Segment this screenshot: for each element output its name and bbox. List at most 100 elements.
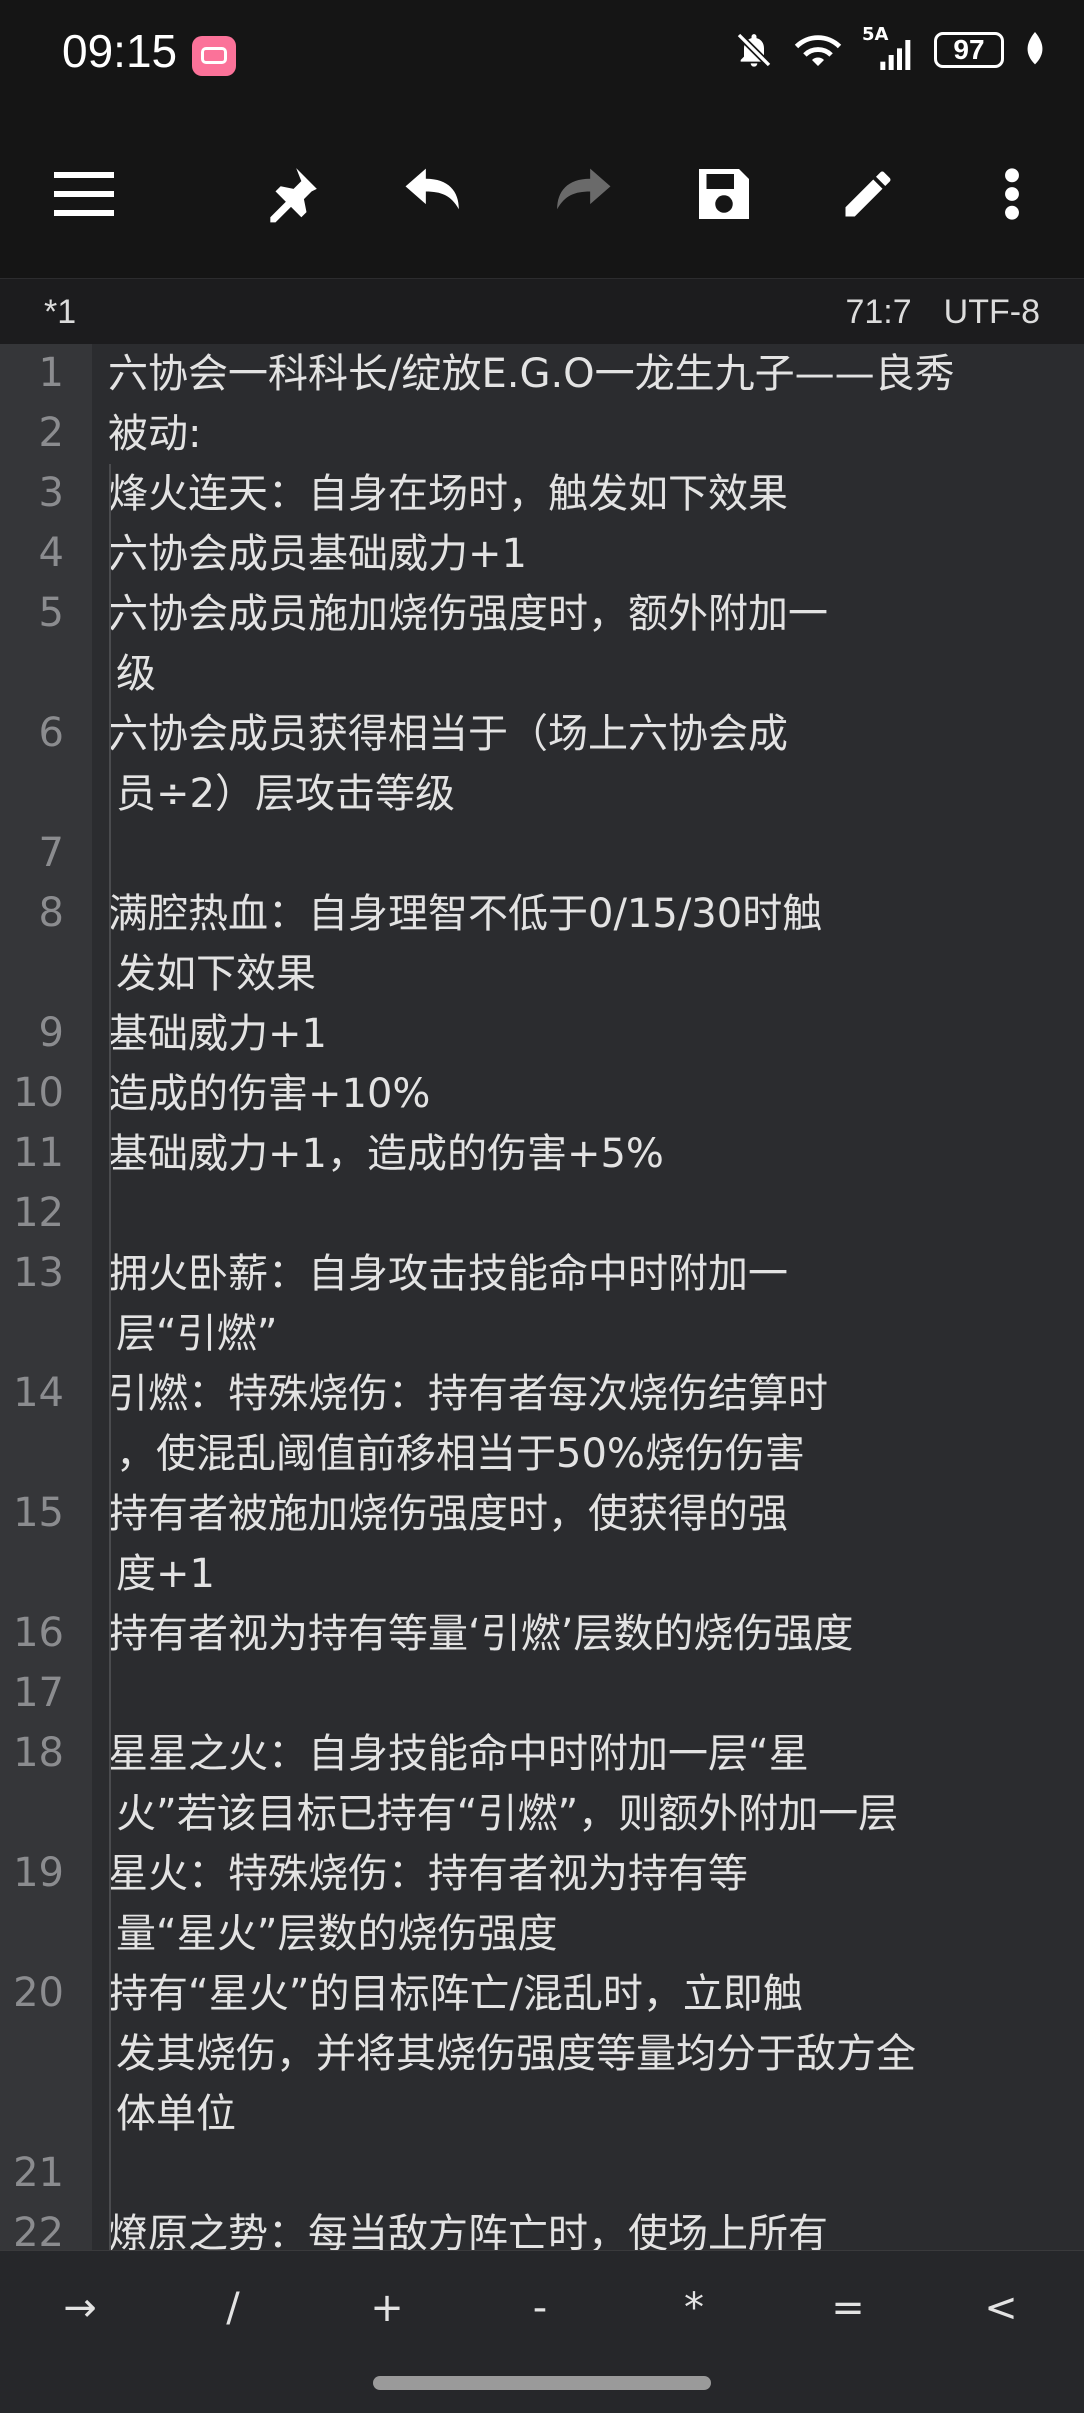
status-time: 09:15 — [62, 25, 178, 77]
undo-button[interactable] — [396, 154, 476, 234]
home-indicator[interactable] — [373, 2376, 711, 2390]
line-text: 燎原之势：每当敌方阵亡时，使场上所有 — [108, 2211, 828, 2250]
indent-guide — [109, 1064, 111, 1124]
line-text: 持有者被施加烧伤强度时，使获得的强 — [108, 1491, 788, 1537]
line-text-wrapped: 体单位 — [116, 2091, 236, 2137]
line-text: 拥火卧薪：自身攻击技能命中时附加一 — [108, 1251, 788, 1297]
indent-guide — [109, 1004, 111, 1064]
line-text: 持有者视为持有等量‘引燃’层数的烧伤强度 — [108, 1611, 854, 1657]
indent-guide — [109, 1124, 111, 1184]
signal-icon — [880, 40, 911, 70]
symbol-key[interactable]: < — [961, 2285, 1041, 2331]
indent-guide — [109, 524, 111, 584]
editor-line[interactable]: 12 — [0, 1184, 1084, 1244]
line-number: 21 — [13, 2150, 64, 2196]
line-text: 持有“星火”的目标阵亡/混乱时，立即触 — [108, 1971, 803, 2017]
line-text-wrapped: 度+1 — [116, 1551, 215, 1597]
line-number: 15 — [13, 1490, 64, 1536]
line-text: 基础威力+1 — [108, 1011, 327, 1057]
editor-line[interactable]: 19 星火：特殊烧伤：持有者视为持有等量“星火”层数的烧伤强度 — [0, 1844, 1084, 1964]
line-text: 星火：特殊烧伤：持有者视为持有等 — [108, 1851, 748, 1897]
line-text-wrapped: 级 — [116, 651, 156, 697]
editor-line[interactable]: 3 烽火连天：自身在场时，触发如下效果 — [0, 464, 1084, 524]
line-text-wrapped: 量“星火”层数的烧伤强度 — [116, 1911, 558, 1957]
indent-guide — [109, 1364, 111, 1484]
indent-guide — [109, 1484, 111, 1604]
indent-guide — [109, 704, 111, 824]
line-text: 六协会成员获得相当于（场上六协会成 — [108, 711, 788, 757]
more-icon — [1005, 168, 1019, 220]
save-button[interactable] — [684, 154, 764, 234]
editor-line[interactable]: 1 六协会一科科长/绽放E.G.O一龙生九子——良秀 — [0, 344, 1084, 404]
redo-button[interactable] — [540, 154, 620, 234]
line-number: 19 — [13, 1850, 64, 1896]
editor-line[interactable]: 17 — [0, 1664, 1084, 1724]
line-text: 星星之火：自身技能命中时附加一层“星 — [108, 1731, 809, 1777]
indent-guide — [109, 884, 111, 1004]
symbol-key[interactable]: + — [347, 2285, 427, 2331]
indent-guide — [109, 1184, 111, 1244]
line-text: 被动: — [108, 411, 202, 457]
indent-guide — [109, 824, 111, 884]
line-text-wrapped: ，使混乱阈值前移相当于50%烧伤伤害 — [116, 1431, 805, 1477]
pin-button[interactable] — [251, 154, 331, 234]
signal-indicator: 5A — [862, 24, 914, 70]
indent-guide — [109, 1844, 111, 1964]
symbol-key[interactable]: → — [40, 2285, 120, 2331]
line-number: 4 — [38, 530, 64, 576]
editor-line[interactable]: 8 满腔热血：自身理智不低于0/15/30时触 发如下效果 — [0, 884, 1084, 1004]
symbol-key[interactable]: - — [500, 2285, 580, 2331]
wifi-icon — [794, 35, 842, 66]
status-bar: 09:15 5A 97 — [0, 0, 1084, 110]
edit-icon — [845, 171, 891, 217]
menu-icon — [54, 172, 114, 216]
editor-line[interactable]: 18 星星之火：自身技能命中时附加一层“星 火”若该目标已持有“引燃”，则额外附加… — [0, 1724, 1084, 1844]
line-number: 8 — [38, 890, 64, 936]
battery-icon: 97 — [934, 32, 1004, 68]
line-number: 18 — [13, 1730, 64, 1776]
editor-line[interactable]: 22 燎原之势：每当敌方阵亡时，使场上所有 — [0, 2204, 1084, 2250]
editor-line[interactable]: 15 持有者被施加烧伤强度时，使获得的强度+1 — [0, 1484, 1084, 1604]
editor-line[interactable]: 20 持有“星火”的目标阵亡/混乱时，立即触 发其烧伤，并将其烧伤强度等量均分于敌… — [0, 1964, 1084, 2144]
symbol-key[interactable]: * — [654, 2285, 734, 2331]
menu-button[interactable] — [44, 154, 124, 234]
line-number: 20 — [13, 1970, 64, 2016]
indent-guide — [109, 2144, 111, 2204]
bell-off-icon — [736, 32, 772, 68]
editor-line[interactable]: 9 基础威力+1 — [0, 1004, 1084, 1064]
text-editor[interactable]: 1 六协会一科科长/绽放E.G.O一龙生九子——良秀 2 被动: 3 烽火连天：自身在场… — [0, 344, 1084, 2250]
line-number: 12 — [13, 1190, 64, 1236]
line-number: 3 — [38, 470, 64, 516]
line-text-wrapped: 层“引燃” — [116, 1311, 278, 1357]
editor-line[interactable]: 13 拥火卧薪：自身攻击技能命中时附加一 层“引燃” — [0, 1244, 1084, 1364]
editor-line[interactable]: 2 被动: — [0, 404, 1084, 464]
editor-line[interactable]: 21 — [0, 2144, 1084, 2204]
editor-line[interactable]: 14 引燃：特殊烧伤：持有者每次烧伤结算时 ，使混乱阈值前移相当于50%烧伤伤害 — [0, 1364, 1084, 1484]
pin-icon — [270, 168, 317, 223]
line-number: 16 — [13, 1610, 64, 1656]
symbol-key[interactable]: / — [193, 2285, 273, 2331]
editor-line[interactable]: 10 造成的伤害+10% — [0, 1064, 1084, 1124]
line-number: 10 — [13, 1070, 64, 1116]
editor-line[interactable]: 6 六协会成员获得相当于（场上六协会成 员÷2）层攻击等级 — [0, 704, 1084, 824]
editor-line[interactable]: 16 持有者视为持有等量‘引燃’层数的烧伤强度 — [0, 1604, 1084, 1664]
document-info-bar: *1 71:7 UTF-8 — [0, 278, 1084, 345]
indent-guide — [109, 464, 111, 524]
toolbar — [0, 110, 1084, 278]
line-number: 17 — [13, 1670, 64, 1716]
edit-button[interactable] — [828, 154, 908, 234]
indent-guide — [109, 1964, 111, 2144]
indent-guide — [109, 2204, 111, 2250]
indent-guide — [109, 1724, 111, 1844]
editor-line[interactable]: 7 — [0, 824, 1084, 884]
symbol-key[interactable]: = — [808, 2285, 888, 2331]
line-text: 六协会成员施加烧伤强度时，额外附加一 — [108, 591, 828, 637]
encoding-label[interactable]: UTF-8 — [944, 293, 1040, 332]
editor-line[interactable]: 5 六协会成员施加烧伤强度时，额外附加一级 — [0, 584, 1084, 704]
editor-line[interactable]: 11 基础威力+1，造成的伤害+5% — [0, 1124, 1084, 1184]
more-options-button[interactable] — [972, 154, 1052, 234]
file-name: *1 — [44, 293, 77, 331]
line-number: 5 — [38, 590, 64, 636]
line-number: 11 — [13, 1130, 64, 1176]
editor-line[interactable]: 4 六协会成员基础威力+1 — [0, 524, 1084, 584]
